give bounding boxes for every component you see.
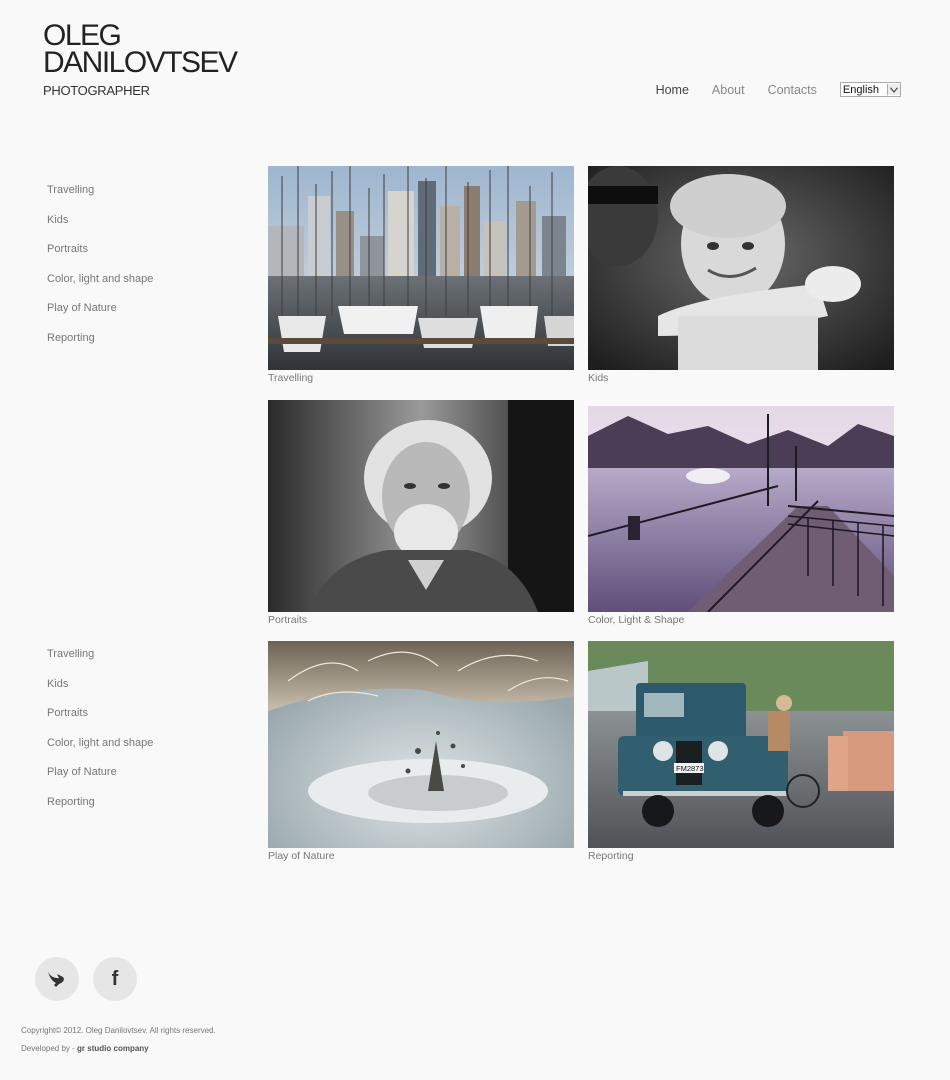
language-selected-value: English xyxy=(842,83,879,96)
car-license-plate: FM2873 xyxy=(676,764,704,773)
photo-color-light-shape[interactable] xyxy=(588,406,894,612)
caption-kids[interactable]: Kids xyxy=(588,372,894,384)
gallery-tile-color-light-shape[interactable]: Color, Light & Shape xyxy=(588,406,894,626)
photo-portraits[interactable] xyxy=(268,400,574,612)
caption-reporting[interactable]: Reporting xyxy=(588,850,894,862)
nav-home-link[interactable]: Home xyxy=(656,83,689,97)
sidebar-item-reporting[interactable]: Reporting xyxy=(47,332,153,362)
caption-travelling[interactable]: Travelling xyxy=(268,372,574,384)
sidebar-item-portraits[interactable]: Portraits xyxy=(47,243,153,273)
site-logo[interactable]: OLEG DANILOVTSEV PHOTOGRAPHER xyxy=(43,19,238,99)
photo-travelling[interactable] xyxy=(268,166,574,370)
sidebar-item-travelling[interactable]: Travelling xyxy=(47,184,153,214)
logo-tagline: PHOTOGRAPHER xyxy=(43,83,150,98)
sidebar-item-play-of-nature[interactable]: Play of Nature xyxy=(47,766,153,796)
photo-kids[interactable] xyxy=(588,166,894,370)
facebook-button[interactable]: f xyxy=(93,957,137,1001)
caption-play-of-nature[interactable]: Play of Nature xyxy=(268,850,574,862)
gallery-tile-reporting[interactable]: FM2873 Reporting xyxy=(588,641,894,862)
sidebar-item-color-light-shape[interactable]: Color, light and shape xyxy=(47,273,153,303)
footer-copyright: Copyright© 2012. Oleg Danilovtsev. All r… xyxy=(21,1026,216,1035)
twitter-bird-icon xyxy=(48,972,64,987)
language-select[interactable]: English xyxy=(839,82,901,97)
caption-color-light-shape[interactable]: Color, Light & Shape xyxy=(588,614,894,626)
sidebar-item-color-light-shape[interactable]: Color, light and shape xyxy=(47,737,153,767)
sidebar-item-portraits[interactable]: Portraits xyxy=(47,707,153,737)
logo-first-name: OLEG xyxy=(43,19,122,52)
facebook-icon: f xyxy=(111,967,119,990)
sidebar-item-kids[interactable]: Kids xyxy=(47,678,153,708)
nav-about-link[interactable]: About xyxy=(712,83,745,97)
twitter-button[interactable] xyxy=(35,957,79,1001)
top-navigation: Home About Contacts English xyxy=(656,82,901,97)
sidebar-item-play-of-nature[interactable]: Play of Nature xyxy=(47,302,153,332)
footer-developed-by: Developed by - gr studio company xyxy=(21,1044,149,1053)
gallery-tile-travelling[interactable]: Travelling xyxy=(268,166,574,384)
logo-last-name: DANILOVTSEV xyxy=(43,46,238,79)
sidebar-menu-bottom: Travelling Kids Portraits Color, light a… xyxy=(47,648,153,826)
footer-developer-link[interactable]: gr studio company xyxy=(77,1044,149,1053)
sidebar-item-kids[interactable]: Kids xyxy=(47,214,153,244)
photo-reporting[interactable]: FM2873 xyxy=(588,641,894,848)
footer-developed-prefix: Developed by - xyxy=(21,1044,75,1053)
gallery-tile-kids[interactable]: Kids xyxy=(588,166,894,384)
gallery-tile-portraits[interactable]: Portraits xyxy=(268,400,574,626)
chevron-down-icon[interactable] xyxy=(887,84,900,95)
sidebar-item-travelling[interactable]: Travelling xyxy=(47,648,153,678)
sidebar-menu-top: Travelling Kids Portraits Color, light a… xyxy=(47,184,153,362)
nav-contacts-link[interactable]: Contacts xyxy=(768,83,817,97)
caption-portraits[interactable]: Portraits xyxy=(268,614,574,626)
sidebar-item-reporting[interactable]: Reporting xyxy=(47,796,153,826)
gallery-tile-play-of-nature[interactable]: Play of Nature xyxy=(268,641,574,862)
photo-play-of-nature[interactable] xyxy=(268,641,574,848)
